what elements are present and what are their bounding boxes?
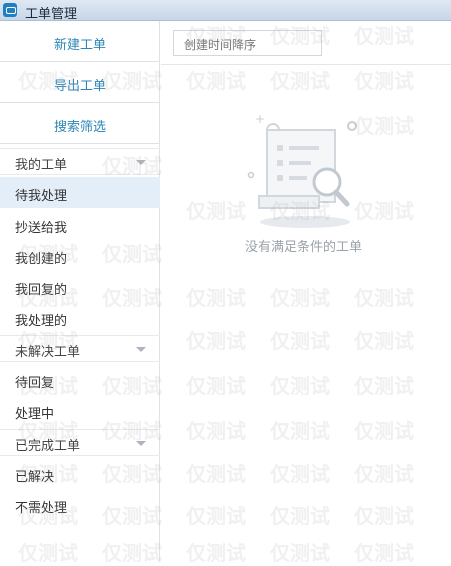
sidebar-item-label: 待回复 bbox=[15, 376, 55, 391]
chevron-down-icon bbox=[136, 441, 146, 446]
watermark-text: 仅测试 bbox=[186, 199, 246, 223]
watermark-text: 仅测试 bbox=[186, 462, 246, 486]
search-filter-button[interactable]: 搜索筛选 bbox=[0, 104, 160, 144]
sidebar-item-cc-me[interactable]: 抄送给我 bbox=[0, 209, 160, 240]
watermark-text: 仅测试 bbox=[186, 374, 246, 398]
search-filter-label: 搜索筛选 bbox=[54, 120, 107, 135]
group-my-tickets[interactable]: 我的工单 bbox=[0, 148, 160, 175]
empty-state-message: 没有满足条件的工单 bbox=[245, 240, 363, 255]
new-ticket-button[interactable]: 新建工单 bbox=[0, 22, 160, 62]
sidebar-item-label: 我回复的 bbox=[15, 283, 68, 298]
watermark-text: 仅测试 bbox=[186, 541, 246, 565]
watermark-text: 仅测试 bbox=[354, 462, 414, 486]
sidebar-item-in-progress[interactable]: 处理中 bbox=[0, 395, 160, 426]
group-completed-label: 已完成工单 bbox=[15, 439, 81, 454]
sidebar-item-awaiting-reply[interactable]: 待回复 bbox=[0, 364, 160, 395]
sort-order-select[interactable]: 创建时间降序 bbox=[173, 30, 322, 56]
sidebar: 新建工单 导出工单 搜索筛选 我的工单 待我处理 抄送给我 我创建的 我回复的 … bbox=[0, 21, 160, 561]
watermark-text: 仅测试 bbox=[354, 114, 414, 138]
toolbar: 创建时间降序 bbox=[161, 21, 451, 65]
sidebar-item-label: 我创建的 bbox=[15, 252, 68, 267]
sidebar-item-resolved[interactable]: 已解决 bbox=[0, 458, 160, 489]
ticket-app-icon bbox=[3, 3, 17, 17]
watermark-text: 仅测试 bbox=[270, 541, 330, 565]
watermark-text: 仅测试 bbox=[270, 69, 330, 93]
sidebar-item-label: 我处理的 bbox=[15, 314, 68, 329]
empty-document-search-icon: + bbox=[247, 112, 357, 228]
watermark-text: 仅测试 bbox=[270, 286, 330, 310]
sort-order-value: 创建时间降序 bbox=[184, 38, 257, 52]
window-title: 工单管理 bbox=[25, 7, 78, 22]
watermark-text: 仅测试 bbox=[354, 504, 414, 528]
watermark-text: 仅测试 bbox=[354, 329, 414, 353]
watermark-text: 仅测试 bbox=[270, 329, 330, 353]
sidebar-item-label: 抄送给我 bbox=[15, 221, 68, 236]
svg-text:+: + bbox=[255, 112, 265, 126]
watermark-text: 仅测试 bbox=[354, 541, 414, 565]
sidebar-item-label: 处理中 bbox=[15, 407, 55, 422]
new-ticket-label: 新建工单 bbox=[54, 38, 107, 53]
sidebar-item-created-by-me[interactable]: 我创建的 bbox=[0, 240, 160, 271]
sidebar-item-label: 待我处理 bbox=[15, 189, 68, 204]
watermark-text: 仅测试 bbox=[186, 286, 246, 310]
chevron-down-icon bbox=[136, 160, 146, 165]
group-unresolved[interactable]: 未解决工单 bbox=[0, 335, 160, 362]
watermark-text: 仅测试 bbox=[354, 286, 414, 310]
sidebar-item-handled-by-me[interactable]: 我处理的 bbox=[0, 302, 160, 333]
sidebar-item-no-action-needed[interactable]: 不需处理 bbox=[0, 489, 160, 520]
export-tickets-label: 导出工单 bbox=[54, 79, 107, 94]
watermark-text: 仅测试 bbox=[354, 374, 414, 398]
sidebar-item-label: 不需处理 bbox=[15, 501, 68, 516]
sidebar-item-replied-by-me[interactable]: 我回复的 bbox=[0, 271, 160, 302]
watermark-text: 仅测试 bbox=[354, 69, 414, 93]
watermark-text: 仅测试 bbox=[270, 419, 330, 443]
watermark-text: 仅测试 bbox=[186, 419, 246, 443]
watermark-text: 仅测试 bbox=[270, 374, 330, 398]
watermark-text: 仅测试 bbox=[186, 504, 246, 528]
chevron-down-icon bbox=[136, 347, 146, 352]
watermark-text: 仅测试 bbox=[186, 329, 246, 353]
sidebar-item-pending-me[interactable]: 待我处理 bbox=[0, 177, 160, 208]
chevron-down-icon bbox=[184, 42, 194, 47]
group-unresolved-label: 未解决工单 bbox=[15, 345, 81, 360]
watermark-text: 仅测试 bbox=[270, 504, 330, 528]
watermark-text: 仅测试 bbox=[354, 419, 414, 443]
group-my-tickets-label: 我的工单 bbox=[15, 158, 68, 173]
export-tickets-button[interactable]: 导出工单 bbox=[0, 63, 160, 103]
title-bar: 工单管理 bbox=[0, 0, 451, 22]
group-completed[interactable]: 已完成工单 bbox=[0, 429, 160, 456]
watermark-text: 仅测试 bbox=[270, 462, 330, 486]
watermark-text: 仅测试 bbox=[186, 69, 246, 93]
watermark-text: 仅测试 bbox=[354, 199, 414, 223]
sidebar-item-label: 已解决 bbox=[15, 470, 55, 485]
